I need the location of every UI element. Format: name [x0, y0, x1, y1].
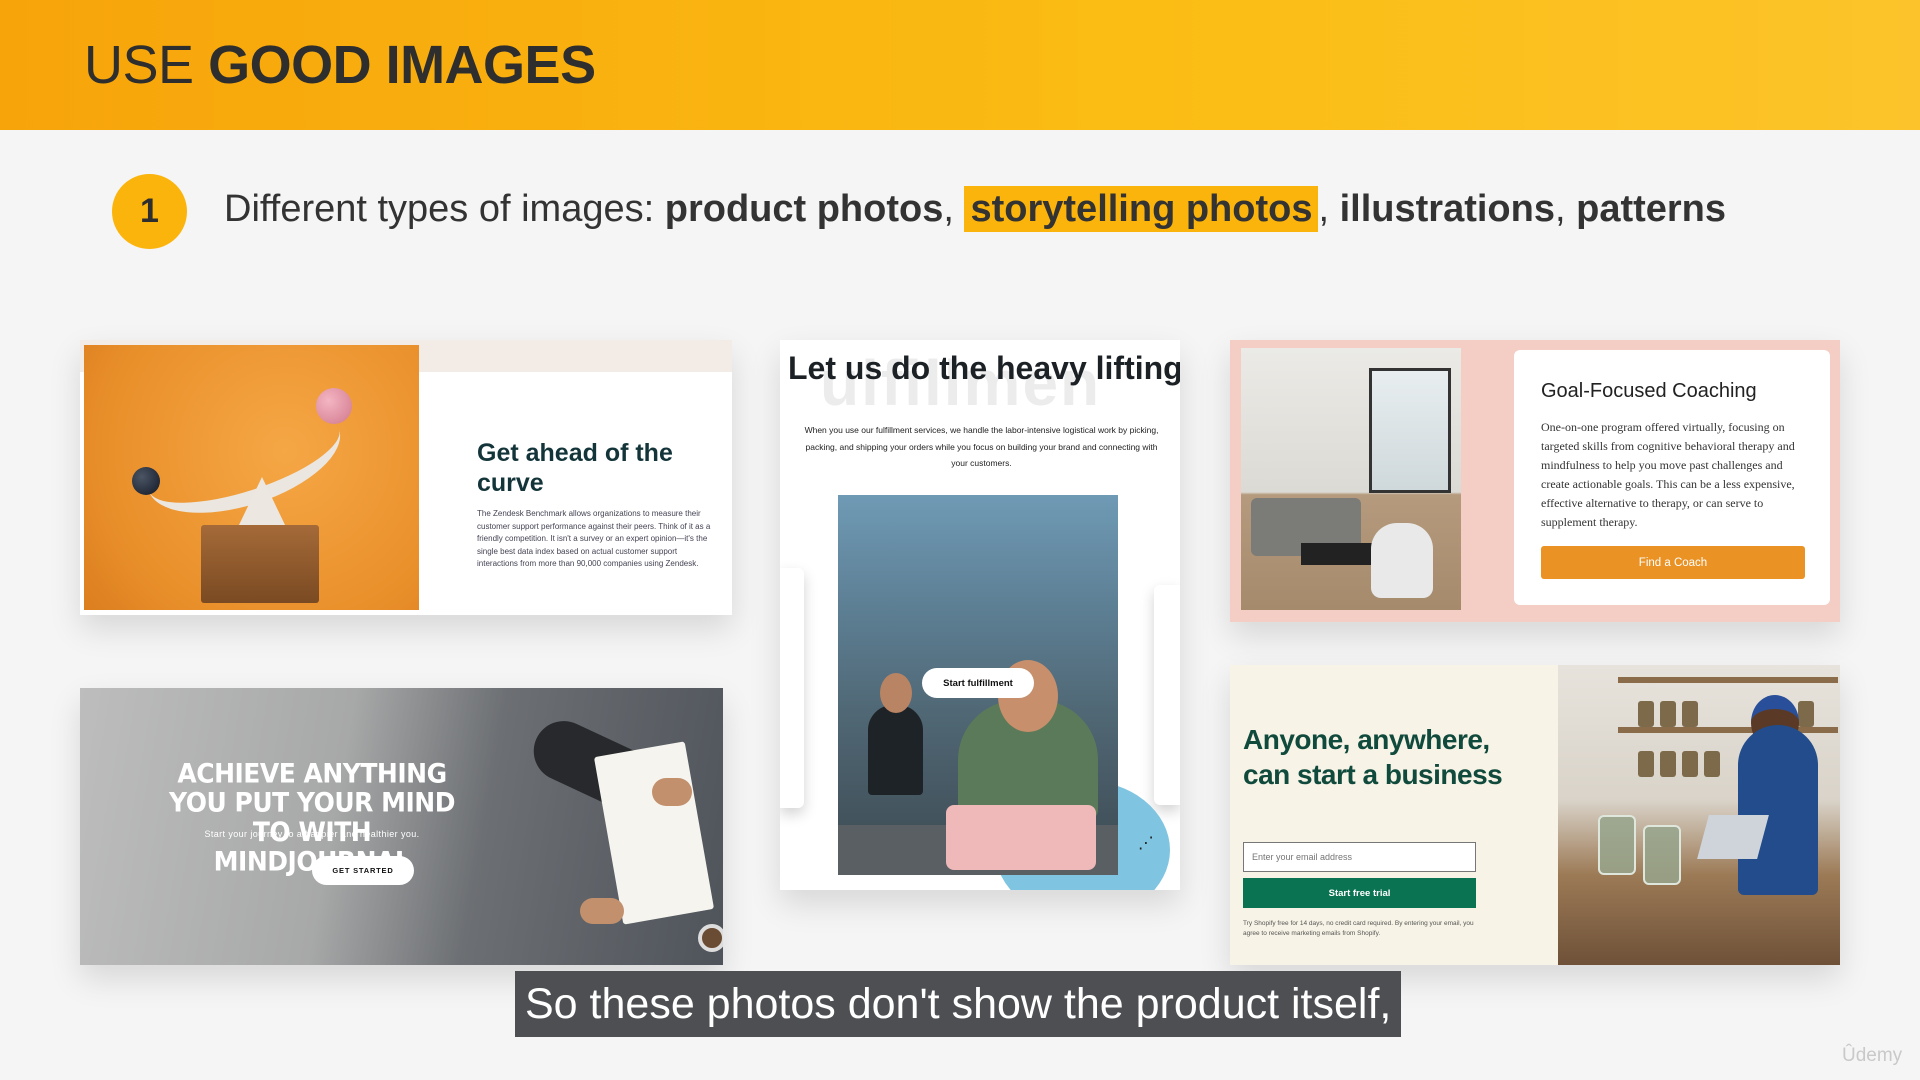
get-started-button[interactable]: GET STARTED	[312, 856, 414, 885]
mindjournal-heading: ACHIEVE ANYTHING YOU PUT YOUR MIND TO WI…	[169, 758, 455, 877]
coaching-example-card: Goal-Focused Coaching One-on-one program…	[1230, 340, 1840, 622]
coaching-panel: Goal-Focused Coaching One-on-one program…	[1514, 350, 1830, 605]
shopify-heading: Anyone, anywhere, can start a business	[1243, 724, 1503, 790]
find-a-coach-button[interactable]: Find a Coach	[1541, 546, 1805, 579]
mindjournal-example-card: ACHIEVE ANYTHING YOU PUT YOUR MIND TO WI…	[80, 688, 723, 965]
mindjournal-subtext: Start your journey to a happier and heal…	[204, 829, 420, 839]
zendesk-body: The Zendesk Benchmark allows organizatio…	[477, 509, 711, 569]
balance-sculpture-image	[84, 345, 419, 610]
coaching-body: One-on-one program offered virtually, fo…	[1541, 420, 1795, 529]
shopify-fine-print: Try Shopify free for 14 days, no credit …	[1243, 920, 1474, 937]
slide-header: USE GOOD IMAGES	[0, 0, 1920, 130]
video-caption: So these photos don't show the product i…	[515, 971, 1402, 1037]
side-card-right	[1154, 585, 1180, 805]
shopify-example-card: Anyone, anywhere, can start a business S…	[1230, 665, 1840, 965]
zendesk-heading: Get ahead of the curve	[477, 439, 673, 497]
coaching-title: Goal-Focused Coaching	[1541, 380, 1757, 402]
step-description: Different types of images: product photo…	[224, 186, 1727, 232]
email-input[interactable]	[1243, 842, 1476, 872]
zendesk-example-card: Get ahead of the curve The Zendesk Bench…	[80, 340, 732, 615]
udemy-watermark: Ûdemy	[1842, 1045, 1903, 1066]
dots-decoration: ⋰	[1138, 835, 1154, 852]
office-lounge-photo	[1241, 348, 1461, 610]
side-card-left	[780, 568, 804, 808]
fulfillment-example-card: ulfillmen Let us do the heavy lifting Wh…	[780, 340, 1180, 890]
shop-owner-photo	[1558, 665, 1840, 965]
step-number-badge: 1	[112, 174, 187, 249]
start-fulfillment-button[interactable]: Start fulfillment	[922, 668, 1034, 698]
coffee-cup	[698, 924, 723, 952]
start-free-trial-button[interactable]: Start free trial	[1243, 878, 1476, 908]
fulfillment-title: Let us do the heavy lifting	[788, 350, 1180, 386]
fulfillment-subtitle: When you use our fulfillment services, w…	[804, 425, 1159, 468]
slide-title: USE GOOD IMAGES	[84, 35, 596, 95]
highlighted-term: storytelling photos	[964, 186, 1319, 232]
